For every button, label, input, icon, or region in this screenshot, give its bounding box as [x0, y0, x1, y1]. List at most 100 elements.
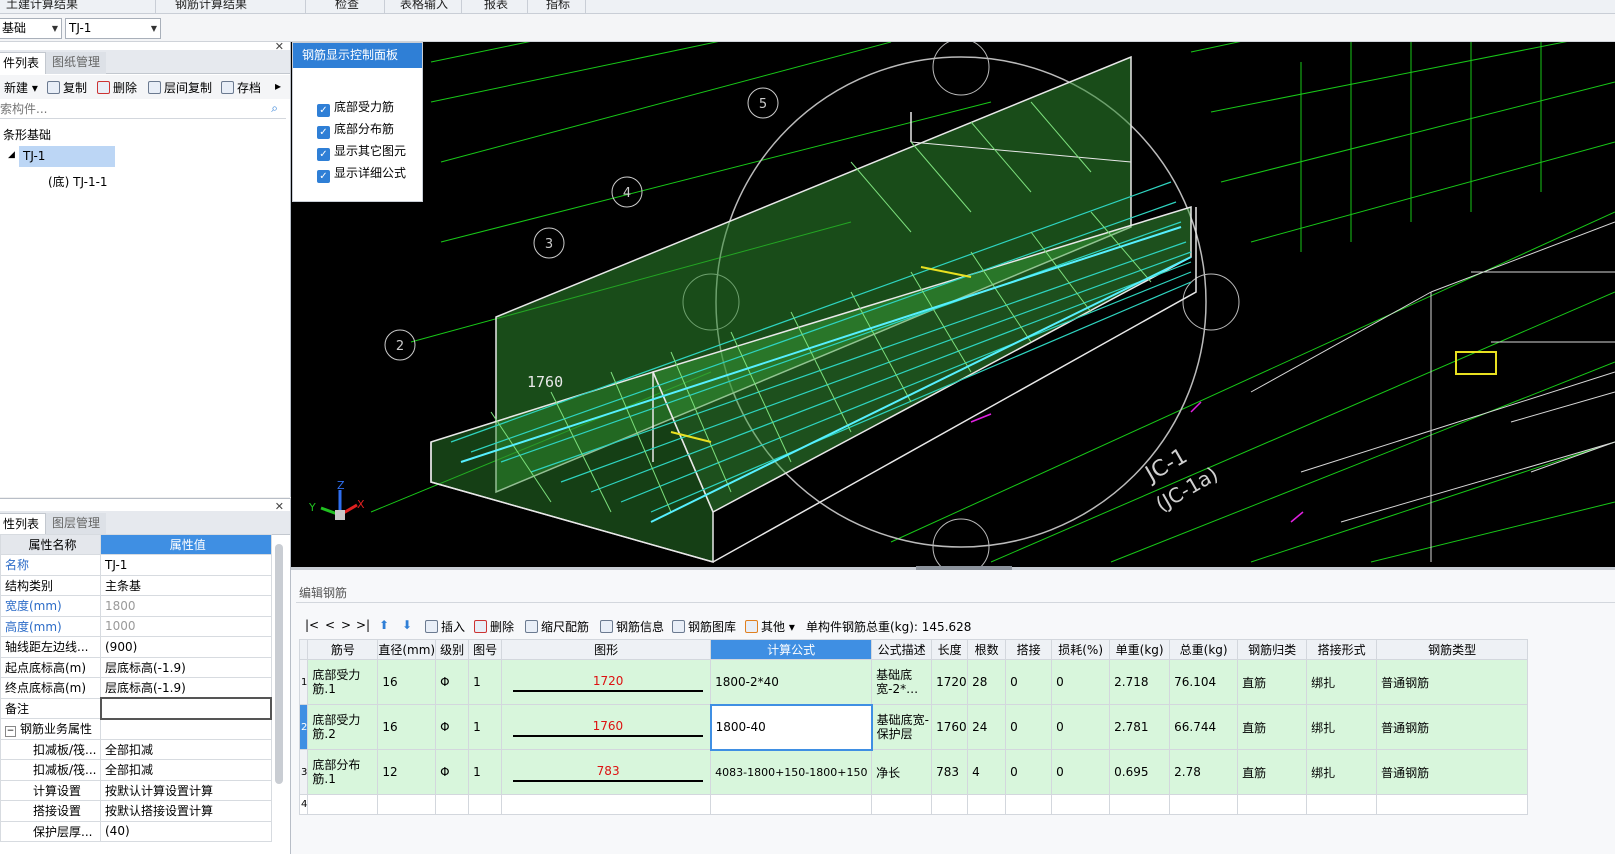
prop-value[interactable]: (900) — [100, 636, 272, 658]
table-row[interactable]: 3 底部分布筋.1 12 Φ 1 783 4083-1800+150-1800+… — [298, 749, 1529, 795]
col-lap[interactable]: 搭接 — [1005, 639, 1053, 660]
col-formula-desc[interactable]: 公式描述 — [871, 639, 933, 660]
cell-length[interactable]: 1760 — [931, 704, 969, 750]
empty-cell[interactable] — [871, 794, 933, 815]
cell-type[interactable]: 普通钢筋 — [1376, 704, 1529, 750]
menu-index[interactable]: 指标 — [546, 0, 570, 12]
col-rebar-type[interactable]: 钢筋类型 — [1376, 639, 1529, 660]
cell-unit-weight[interactable]: 0.695 — [1109, 749, 1171, 795]
cell-lap[interactable]: 0 — [1005, 749, 1053, 795]
checkbox-show-other-elements[interactable]: ✓ 显示其它图元 — [317, 142, 406, 161]
cell-grade[interactable]: Φ — [435, 749, 470, 795]
tab-component-list[interactable]: 件列表 — [0, 52, 47, 74]
prev-record-button[interactable]: < — [325, 618, 335, 632]
property-scrollbar[interactable] — [275, 544, 283, 784]
copy-button[interactable]: 复制 — [47, 79, 87, 96]
row-number[interactable]: 2 — [298, 704, 309, 750]
cell-type[interactable]: 普通钢筋 — [1376, 659, 1529, 705]
cell-lap-form[interactable]: 绑扎 — [1306, 749, 1378, 795]
col-length[interactable]: 长度 — [931, 639, 969, 660]
col-grade[interactable]: 级别 — [435, 639, 470, 660]
empty-cell[interactable] — [710, 794, 873, 815]
search-icon[interactable]: ⌕ — [271, 101, 278, 116]
cell-grade[interactable]: Φ — [435, 659, 470, 705]
cell-figure[interactable]: 1 — [468, 659, 503, 705]
component-select[interactable]: TJ-1 ▼ — [65, 18, 161, 39]
cell-desc[interactable]: 基础底宽-2*… — [871, 659, 933, 705]
cell-formula[interactable]: 4083-1800+150-1800+150 — [710, 749, 873, 795]
cell-category[interactable]: 直筋 — [1237, 659, 1308, 705]
empty-cell[interactable] — [1051, 794, 1111, 815]
table-row-empty[interactable]: 4 — [298, 794, 1529, 815]
col-rebar-number[interactable]: 筋号 — [307, 639, 379, 660]
cell-length[interactable]: 783 — [931, 749, 969, 795]
new-button[interactable]: 新建 ▾ — [4, 79, 38, 96]
empty-cell[interactable] — [967, 794, 1007, 815]
move-up-icon[interactable]: ⬆ — [379, 618, 389, 632]
delete-row-button[interactable]: 删除 — [474, 618, 514, 635]
tab-layer-management[interactable]: 图层管理 — [46, 513, 107, 535]
cell-count[interactable]: 28 — [967, 659, 1007, 705]
empty-cell[interactable] — [1376, 794, 1529, 815]
prop-value[interactable]: 按默认计算设置计算 — [100, 779, 272, 801]
row-number[interactable]: 3 — [298, 749, 309, 795]
cell-count[interactable]: 4 — [967, 749, 1007, 795]
cell-lap-form[interactable]: 绑扎 — [1306, 704, 1378, 750]
cell-category[interactable]: 直筋 — [1237, 704, 1308, 750]
col-loss[interactable]: 损耗(%) — [1051, 639, 1111, 660]
empty-cell[interactable] — [307, 794, 379, 815]
menu-rebar-results[interactable]: 钢筋计算结果 — [175, 0, 247, 12]
move-down-icon[interactable]: ⬇ — [402, 618, 412, 632]
cell-name[interactable]: 底部分布筋.1 — [307, 749, 379, 795]
menu-table-input[interactable]: 表格输入 — [400, 0, 448, 12]
empty-cell[interactable] — [501, 794, 712, 815]
more-icon[interactable]: ▸ — [275, 79, 281, 93]
prop-value[interactable]: TJ-1 — [100, 554, 272, 576]
checkbox-show-detailed-formula[interactable]: ✓ 显示详细公式 — [317, 164, 406, 183]
cell-type[interactable]: 普通钢筋 — [1376, 749, 1529, 795]
rebar-library-button[interactable]: 钢筋图库 — [672, 618, 736, 635]
first-record-button[interactable]: |< — [305, 618, 319, 632]
empty-cell[interactable] — [1005, 794, 1053, 815]
cell-shape[interactable]: 1760 — [501, 704, 712, 750]
rebar-info-button[interactable]: 钢筋信息 — [600, 618, 664, 635]
next-record-button[interactable]: > — [341, 618, 351, 632]
cell-diameter[interactable]: 12 — [377, 749, 437, 795]
table-row[interactable]: 2 底部受力筋.2 16 Φ 1 1760 1800-40 基础底宽-保护层 1… — [298, 703, 1529, 751]
cell-desc[interactable]: 基础底宽-保护层 — [871, 704, 933, 750]
checkbox-bottom-distribution-rebar[interactable]: ✓ 底部分布筋 — [317, 120, 394, 139]
cell-formula-editing[interactable]: 1800-40 — [709, 703, 873, 751]
col-lap-form[interactable]: 搭接形式 — [1306, 639, 1378, 660]
cell-formula[interactable]: 1800-2*40 — [710, 659, 873, 705]
type-select[interactable]: 基础 ▼ — [0, 18, 62, 39]
cell-loss[interactable]: 0 — [1051, 749, 1111, 795]
cell-unit-weight[interactable]: 2.781 — [1109, 704, 1171, 750]
prop-value[interactable]: 全部扣减 — [100, 738, 272, 760]
empty-cell[interactable] — [1109, 794, 1171, 815]
search-input[interactable] — [0, 100, 260, 118]
empty-cell[interactable] — [1306, 794, 1378, 815]
empty-cell[interactable] — [435, 794, 470, 815]
tree-collapse-icon[interactable]: ◢ — [8, 150, 15, 160]
cell-category[interactable]: 直筋 — [1237, 749, 1308, 795]
col-diameter[interactable]: 直径(mm) — [377, 639, 437, 660]
menu-report[interactable]: 报表 — [484, 0, 508, 12]
cell-shape[interactable]: 1720 — [501, 659, 712, 705]
prop-value[interactable]: 层底标高(-1.9) — [100, 677, 272, 699]
empty-cell[interactable] — [468, 794, 503, 815]
cell-loss[interactable]: 0 — [1051, 704, 1111, 750]
col-total-weight[interactable]: 总重(kg) — [1169, 639, 1239, 660]
cell-name[interactable]: 底部受力筋.1 — [307, 659, 379, 705]
menu-check[interactable]: 检查 — [335, 0, 359, 12]
table-row[interactable]: 1 底部受力筋.1 16 Φ 1 1720 1800-2*40 基础底宽-2*…… — [298, 659, 1529, 705]
tab-drawing-management[interactable]: 图纸管理 — [46, 52, 107, 74]
collapse-icon[interactable]: − — [5, 726, 16, 738]
col-formula[interactable]: 计算公式 — [710, 639, 873, 660]
col-unit-weight[interactable]: 单重(kg) — [1109, 639, 1171, 660]
floor-copy-button[interactable]: 层间复制 — [148, 79, 212, 96]
prop-value-remark[interactable] — [99, 697, 272, 720]
cell-figure[interactable]: 1 — [468, 749, 503, 795]
last-record-button[interactable]: >| — [356, 618, 370, 632]
close-icon[interactable]: ✕ — [275, 500, 284, 513]
empty-cell[interactable] — [1237, 794, 1308, 815]
